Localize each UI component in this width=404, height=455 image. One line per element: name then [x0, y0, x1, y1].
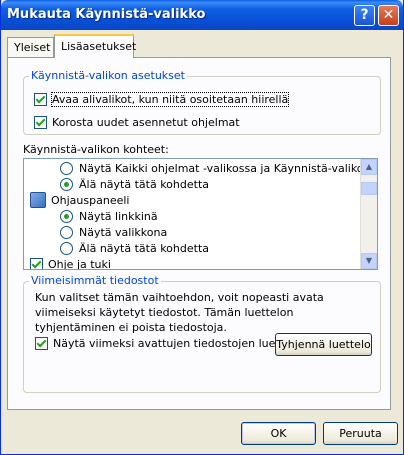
radio-button: [60, 161, 73, 175]
recent-docs-title: Viimeisimmät tiedostot: [29, 274, 161, 287]
start-items-list[interactable]: Näytä Kaikki ohjelmat -valikossa ja Käyn…: [23, 158, 378, 270]
show-recent-docs-checkbox[interactable]: Näytä viimeksi avattujen tiedostojen lue…: [35, 336, 301, 352]
checkbox-box: [34, 92, 47, 106]
submenu-hover-label: Avaa alivalikot, kun niitä osoitetaan hi…: [50, 92, 290, 107]
checkbox-box: [34, 115, 47, 129]
tab-advanced[interactable]: Lisäasetukset: [54, 34, 137, 58]
list-item-radio[interactable]: Näytä linkkinä: [60, 209, 158, 225]
radio-button: [60, 241, 73, 255]
start-items-label: Käynnistä-valikon kohteet:: [23, 143, 169, 156]
tab-general-label: Yleiset: [14, 41, 51, 54]
start-settings-title: Käynnistä-valikon asetukset: [29, 69, 187, 82]
list-item-label: Näytä valikkona: [79, 226, 168, 239]
list-item-label: Älä näytä tätä kohdetta: [79, 178, 209, 191]
list-item-radio[interactable]: Älä näytä tätä kohdetta: [60, 177, 209, 193]
control-panel-icon: [30, 192, 46, 208]
highlight-new-programs-checkbox[interactable]: Korosta uudet asennetut ohjelmat: [34, 115, 240, 131]
checkbox-box: [30, 257, 43, 269]
ok-button[interactable]: OK: [241, 422, 316, 445]
scroll-thumb[interactable]: [361, 182, 377, 195]
scroll-up-icon[interactable]: ▲: [361, 159, 377, 175]
close-button[interactable]: ✕: [378, 5, 399, 26]
cancel-button[interactable]: Peruuta: [323, 422, 398, 445]
tab-general[interactable]: Yleiset: [7, 37, 54, 57]
list-item-label: Ohjauspaneeli: [51, 194, 130, 207]
help-button[interactable]: ?: [354, 5, 375, 26]
dialog-window: Mukauta Käynnistä-valikko ? ✕ Yleiset Li…: [0, 0, 404, 455]
submenu-hover-checkbox[interactable]: Avaa alivalikot, kun niitä osoitetaan hi…: [34, 92, 290, 108]
highlight-new-programs-label: Korosta uudet asennetut ohjelmat: [52, 116, 240, 129]
list-item-checkbox[interactable]: Ohje ja tuki: [30, 257, 111, 270]
list-scrollbar[interactable]: ▲ ▼: [360, 159, 377, 269]
list-item-radio[interactable]: Näytä valikkona: [60, 225, 167, 241]
list-item-label: Älä näytä tätä kohdetta: [79, 242, 209, 255]
scroll-down-icon[interactable]: ▼: [361, 253, 377, 269]
list-item-label: Ohje ja tuki: [48, 258, 111, 270]
list-item-label: Näytä linkkinä: [79, 210, 158, 223]
radio-button: [60, 209, 73, 223]
show-recent-docs-label: Näytä viimeksi avattujen tiedostojen lue…: [53, 337, 301, 350]
title-bar[interactable]: Mukauta Käynnistä-valikko ? ✕: [1, 0, 403, 30]
checkbox-box: [35, 336, 48, 350]
recent-docs-description: Kun valitset tämän vaihtoehdon, voit nop…: [35, 291, 324, 334]
clear-list-button[interactable]: Tyhjennä luettelo: [275, 333, 372, 356]
list-item-radio[interactable]: Näytä Kaikki ohjelmat -valikossa ja Käyn…: [60, 161, 378, 177]
list-item-label: Näytä Kaikki ohjelmat -valikossa ja Käyn…: [79, 162, 378, 175]
tab-advanced-label: Lisäasetukset: [61, 40, 137, 53]
list-item-radio[interactable]: Älä näytä tätä kohdetta: [60, 241, 209, 257]
window-title: Mukauta Käynnistä-valikko: [7, 7, 206, 22]
list-item-header: Ohjauspaneeli: [30, 192, 130, 209]
radio-button: [60, 225, 73, 239]
radio-button: [60, 177, 73, 191]
